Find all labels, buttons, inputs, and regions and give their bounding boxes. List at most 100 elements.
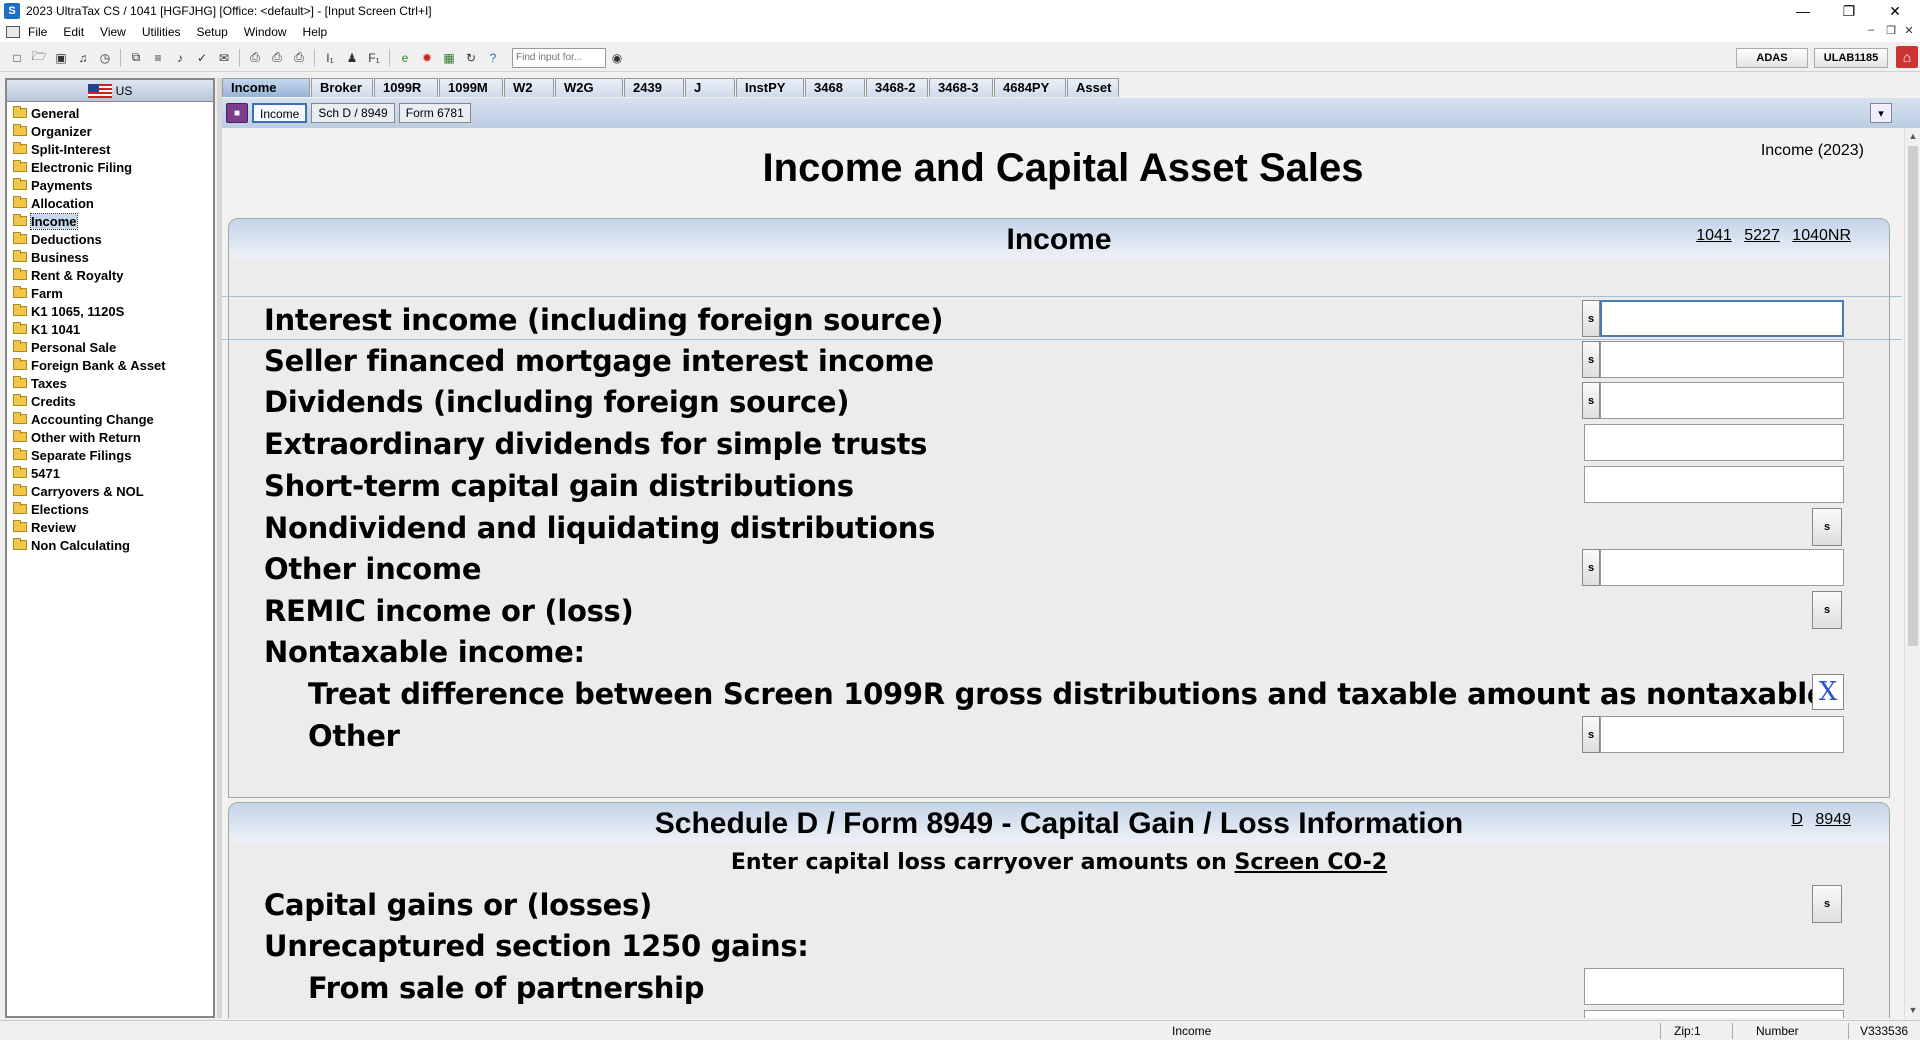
sync-icon[interactable]: ↻ bbox=[462, 49, 480, 67]
browser-icon[interactable]: e bbox=[396, 49, 414, 67]
money-icon[interactable]: ▦ bbox=[440, 49, 458, 67]
restore-icon[interactable]: ❐ bbox=[1826, 0, 1872, 22]
find-input[interactable] bbox=[512, 47, 606, 68]
sidebar-item-5471[interactable]: 5471 bbox=[7, 464, 213, 482]
sidebar-item-rent-royalty[interactable]: Rent & Royalty bbox=[7, 266, 213, 284]
tab-4684py[interactable]: 4684PY bbox=[994, 78, 1066, 97]
screen-options-icon[interactable]: ▾ bbox=[1870, 103, 1892, 123]
sidebar-item-general[interactable]: General bbox=[7, 104, 213, 122]
statement-button[interactable]: s bbox=[1812, 885, 1842, 923]
screen-co2-link[interactable]: Screen CO-2 bbox=[1235, 850, 1388, 875]
mdi-close-icon[interactable]: ✕ bbox=[1900, 24, 1918, 37]
bug-icon[interactable]: ✹ bbox=[418, 49, 436, 67]
sidebar-item-organizer[interactable]: Organizer bbox=[7, 122, 213, 140]
statement-button[interactable]: s bbox=[1582, 341, 1600, 378]
sidebar-item-elections[interactable]: Elections bbox=[7, 500, 213, 518]
sidebar-item-credits[interactable]: Credits bbox=[7, 392, 213, 410]
statement-button[interactable]: s bbox=[1582, 716, 1600, 753]
dividends-field[interactable] bbox=[1600, 382, 1844, 419]
tab-income[interactable]: Income bbox=[222, 78, 310, 97]
link-1041[interactable]: 1041 bbox=[1696, 227, 1732, 244]
tab-3468-2[interactable]: 3468-2 bbox=[866, 78, 928, 97]
mdi-restore-icon[interactable]: ❐ bbox=[1882, 24, 1900, 37]
sidebar-item-business[interactable]: Business bbox=[7, 248, 213, 266]
tab-1099r[interactable]: 1099R bbox=[374, 78, 438, 97]
adas-button[interactable]: ADAS bbox=[1736, 48, 1808, 68]
statement-button[interactable]: s bbox=[1812, 591, 1842, 629]
print-icon[interactable]: ⎙ bbox=[246, 49, 264, 67]
sidebar-item-deductions[interactable]: Deductions bbox=[7, 230, 213, 248]
other-income-field[interactable] bbox=[1600, 549, 1844, 586]
sidebar-item-accounting-change[interactable]: Accounting Change bbox=[7, 410, 213, 428]
print-preview-icon[interactable]: ⎙ bbox=[268, 49, 286, 67]
sidebar-item-separate-filings[interactable]: Separate Filings bbox=[7, 446, 213, 464]
close-icon[interactable]: ✕ bbox=[1872, 0, 1918, 22]
scroll-down-icon[interactable]: ▼ bbox=[1905, 1002, 1920, 1018]
find-binoculars-icon[interactable]: ◉ bbox=[608, 49, 626, 67]
music-note-icon[interactable]: ♪ bbox=[171, 49, 189, 67]
menu-view[interactable]: View bbox=[92, 25, 134, 39]
sidebar-item-split-interest[interactable]: Split-Interest bbox=[7, 140, 213, 158]
treat-difference-checkbox[interactable]: X bbox=[1812, 674, 1844, 710]
interest-income-field[interactable] bbox=[1600, 300, 1844, 337]
ultratax-app-icon[interactable]: S bbox=[4, 3, 20, 19]
document-menu-icon[interactable] bbox=[6, 26, 20, 38]
statement-button[interactable]: s bbox=[1582, 300, 1600, 337]
clock-icon[interactable]: ◷ bbox=[96, 49, 114, 67]
sidebar-item-allocation[interactable]: Allocation bbox=[7, 194, 213, 212]
sidebar-item-foreign-bank-asset[interactable]: Foreign Bank & Asset bbox=[7, 356, 213, 374]
menu-setup[interactable]: Setup bbox=[189, 25, 236, 39]
minimize-icon[interactable]: — bbox=[1780, 0, 1826, 22]
list-icon[interactable]: ≡ bbox=[149, 49, 167, 67]
help-icon[interactable]: ? bbox=[484, 49, 502, 67]
link-8949[interactable]: 8949 bbox=[1815, 811, 1851, 828]
copy-icon[interactable]: ⧉ bbox=[127, 49, 145, 67]
link-d[interactable]: D bbox=[1791, 811, 1803, 828]
sidebar-item-k1-1065-1120s[interactable]: K1 1065, 1120S bbox=[7, 302, 213, 320]
sidebar-item-non-calculating[interactable]: Non Calculating bbox=[7, 536, 213, 554]
subtab-sch-d-8949[interactable]: Sch D / 8949 bbox=[311, 103, 395, 123]
audio-icon[interactable]: ♫ bbox=[74, 49, 92, 67]
seller-financed-field[interactable] bbox=[1600, 341, 1844, 378]
open-folder-icon[interactable]: 🗁 bbox=[30, 49, 48, 67]
statement-button[interactable]: s bbox=[1582, 549, 1600, 586]
subtab-form-6781[interactable]: Form 6781 bbox=[398, 103, 471, 123]
field-options-icon[interactable]: F₁ bbox=[365, 49, 383, 67]
vertical-scrollbar[interactable]: ▲ ▼ bbox=[1904, 128, 1920, 1018]
book-icon[interactable]: ■ bbox=[226, 103, 248, 123]
tab-3468-3[interactable]: 3468-3 bbox=[929, 78, 993, 97]
mdi-minimize-icon[interactable]: – bbox=[1862, 24, 1880, 36]
next-field[interactable] bbox=[1584, 1010, 1844, 1018]
tab-w2g[interactable]: W2G bbox=[555, 78, 623, 97]
user-button[interactable]: ULAB1185 bbox=[1814, 48, 1888, 68]
envelope-icon[interactable]: ✉ bbox=[215, 49, 233, 67]
menu-window[interactable]: Window bbox=[236, 25, 295, 39]
sidebar-item-electronic-filing[interactable]: Electronic Filing bbox=[7, 158, 213, 176]
tab-instpy[interactable]: InstPY bbox=[736, 78, 804, 97]
sidebar-item-farm[interactable]: Farm bbox=[7, 284, 213, 302]
checkmark-icon[interactable]: ✓ bbox=[193, 49, 211, 67]
sidebar-item-carryovers-nol[interactable]: Carryovers & NOL bbox=[7, 482, 213, 500]
home-icon[interactable]: ⌂ bbox=[1896, 46, 1918, 68]
sidebar-item-income[interactable]: Income bbox=[7, 212, 213, 230]
save-icon[interactable]: ▣ bbox=[52, 49, 70, 67]
input-mode-icon[interactable]: I₁ bbox=[321, 49, 339, 67]
statement-button[interactable]: s bbox=[1582, 382, 1600, 419]
extraordinary-dividends-field[interactable] bbox=[1584, 424, 1844, 461]
sidebar-item-taxes[interactable]: Taxes bbox=[7, 374, 213, 392]
menu-utilities[interactable]: Utilities bbox=[134, 25, 189, 39]
nontaxable-other-field[interactable] bbox=[1600, 716, 1844, 753]
sidebar-item-personal-sale[interactable]: Personal Sale bbox=[7, 338, 213, 356]
tab-2439[interactable]: 2439 bbox=[624, 78, 684, 97]
menu-file[interactable]: File bbox=[20, 25, 55, 39]
link-1040nr[interactable]: 1040NR bbox=[1792, 227, 1851, 244]
statement-button[interactable]: s bbox=[1812, 508, 1842, 546]
menu-edit[interactable]: Edit bbox=[55, 25, 92, 39]
tab-w2[interactable]: W2 bbox=[504, 78, 554, 97]
tab-j[interactable]: J bbox=[685, 78, 735, 97]
link-5227[interactable]: 5227 bbox=[1744, 227, 1780, 244]
short-term-gain-field[interactable] bbox=[1584, 466, 1844, 503]
tab-broker[interactable]: Broker bbox=[311, 78, 373, 97]
new-file-icon[interactable]: □ bbox=[8, 49, 26, 67]
sidebar-item-payments[interactable]: Payments bbox=[7, 176, 213, 194]
